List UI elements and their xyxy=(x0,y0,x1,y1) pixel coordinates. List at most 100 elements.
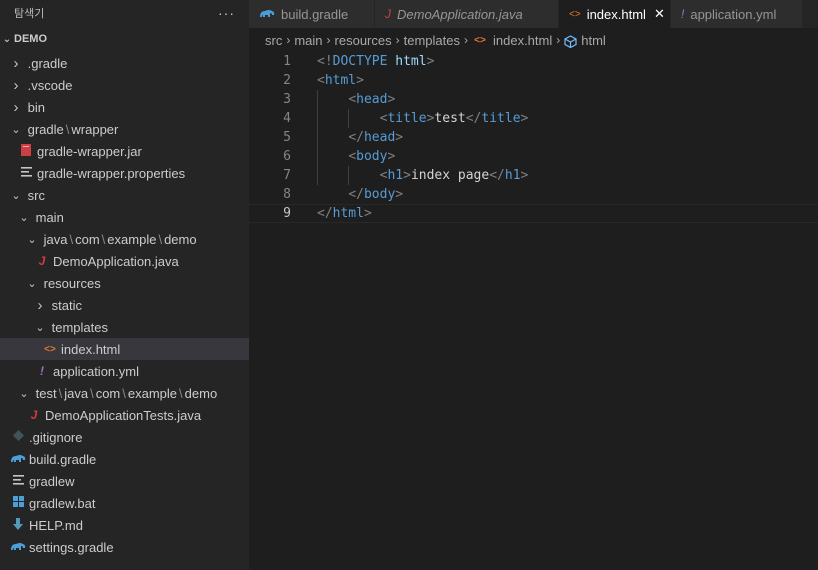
tree-item-templates-folder[interactable]: ⌄ templates xyxy=(0,316,249,338)
tree-item-label: templates xyxy=(51,319,108,335)
code-token: < xyxy=(317,73,325,88)
code-token: head xyxy=(356,92,388,107)
code-line: 7 <h1>index page</h1> xyxy=(249,166,818,185)
tree-item-help-md-file[interactable]: HELP.md xyxy=(0,514,249,536)
path-segment: demo xyxy=(164,231,197,247)
code-token: </ xyxy=(465,111,482,126)
line-number: 3 xyxy=(283,92,291,107)
code-token: DOCTYPE xyxy=(332,54,388,69)
tree-item-test-package-folder[interactable]: ⌄ test \ java \ com \ example \ demo xyxy=(0,382,249,404)
tree-item-build-gradle-file[interactable]: build.gradle xyxy=(0,448,249,470)
ellipsis-icon[interactable]: ··· xyxy=(218,5,235,21)
breadcrumb-item[interactable]: resources xyxy=(335,33,392,48)
chevron-right-icon: › xyxy=(326,33,331,47)
path-separator: \ xyxy=(179,385,183,401)
line-code: <body> xyxy=(317,149,395,164)
tree-item-java-package-folder[interactable]: ⌄ java \ com \ example \ demo xyxy=(0,228,249,250)
breadcrumb-item[interactable]: index.html xyxy=(493,33,552,48)
chevron-down-icon: ⌄ xyxy=(35,321,45,334)
tree-item-gradle-wrapper-properties[interactable]: gradle-wrapper.properties xyxy=(0,162,249,184)
tree-item-bin-folder[interactable]: › bin xyxy=(0,96,249,118)
explorer-title: 탐색기 xyxy=(14,8,45,20)
code-editor[interactable]: 1 <!DOCTYPE html> 2 <html> 3 <head> 4 <title>… xyxy=(249,52,818,570)
tree-item-index-html[interactable]: <> index.html xyxy=(0,338,249,360)
tab-index-html[interactable]: <> index.html ✕ xyxy=(559,0,671,28)
tree-item-demo-application-java[interactable]: J DemoApplication.java xyxy=(0,250,249,272)
tree-item-label: gradle-wrapper.properties xyxy=(37,165,186,181)
code-line: 5 </head> xyxy=(249,128,818,147)
tree-item-gradle-wrapper-jar[interactable]: gradle-wrapper.jar xyxy=(0,140,249,162)
tree-item-static-folder[interactable]: › static xyxy=(0,294,249,316)
path-separator: \ xyxy=(69,231,74,247)
indent-guide xyxy=(348,166,349,185)
editor-tabs: build.gradle J DemoApplication.java <> index… xyxy=(249,0,818,28)
close-icon[interactable]: ✕ xyxy=(654,6,665,22)
workspace-section-header[interactable]: ⌄ DEMO xyxy=(0,26,249,52)
tree-item-label: .gitignore xyxy=(29,429,83,445)
tree-item-gitignore-file[interactable]: .gitignore xyxy=(0,426,249,448)
tree-item-gradle-wrapper-folder[interactable]: ⌄ gradle \ wrapper xyxy=(0,118,249,140)
chevron-right-icon: › xyxy=(13,98,19,116)
line-number: 8 xyxy=(283,187,291,202)
tree-item-label: index.html xyxy=(61,341,121,357)
tree-item-gradlew-bat-file[interactable]: gradlew.bat xyxy=(0,492,249,514)
tree-item-label: HELP.md xyxy=(29,517,83,533)
code-line: 6 <body> xyxy=(249,147,818,166)
tree-item-resources-folder[interactable]: ⌄ resources xyxy=(0,272,249,294)
line-code: </head> xyxy=(317,130,403,145)
chevron-down-icon: ⌄ xyxy=(11,123,21,136)
tab-demoapplication-java[interactable]: J DemoApplication.java xyxy=(375,0,559,28)
code-token: < xyxy=(348,92,357,107)
html-icon: <> xyxy=(474,34,486,46)
tree-item-settings-gradle-file[interactable]: settings.gradle xyxy=(0,536,249,558)
tab-application-yml[interactable]: ! application.yml xyxy=(671,0,803,28)
tree-item-gradlew-file[interactable]: gradlew xyxy=(0,470,249,492)
tree-item-application-yml[interactable]: ! application.yml xyxy=(0,360,249,382)
yaml-icon: ! xyxy=(681,7,685,21)
chevron-down-icon: ⌄ xyxy=(2,33,12,45)
tree-item-label: gradle \ wrapper xyxy=(28,122,119,137)
tree-item-main-folder[interactable]: ⌄ main xyxy=(0,206,249,228)
indent-guide xyxy=(317,90,318,185)
code-token: html xyxy=(324,73,357,88)
indent-guide xyxy=(348,109,349,128)
breadcrumb-item[interactable]: main xyxy=(294,33,322,48)
code-token: > xyxy=(395,187,404,202)
code-token: body xyxy=(356,149,388,164)
jar-icon xyxy=(18,143,34,159)
tree-item-label: .vscode xyxy=(27,77,73,93)
path-separator: \ xyxy=(158,231,163,247)
tree-item-vscode-folder[interactable]: › .vscode xyxy=(0,74,249,96)
java-icon: J xyxy=(385,7,391,21)
line-code: </body> xyxy=(317,187,403,202)
chevron-down-icon: ⌄ xyxy=(19,387,29,400)
path-segment: com xyxy=(95,385,121,401)
html-icon: <> xyxy=(569,8,581,20)
breadcrumb-item[interactable]: templates xyxy=(404,33,460,48)
line-number: 4 xyxy=(283,111,291,126)
path-segment: demo xyxy=(184,385,218,401)
path-segment: gradle xyxy=(27,121,64,137)
tree-item-demo-application-tests-java[interactable]: J DemoApplicationTests.java xyxy=(0,404,249,426)
tree-item-src-folder[interactable]: ⌄ src xyxy=(0,184,249,206)
line-code: <head> xyxy=(317,92,395,107)
line-number: 9 xyxy=(283,206,291,221)
path-segment: com xyxy=(75,231,100,247)
breadcrumb-item[interactable]: src xyxy=(265,33,282,48)
tree-item-label: src xyxy=(27,187,45,203)
code-line: 2 <html> xyxy=(249,71,818,90)
breadcrumb-item[interactable]: html xyxy=(581,33,606,48)
tree-item-gradle-folder[interactable]: › .gradle xyxy=(0,52,249,74)
code-line: 8 </body> xyxy=(249,185,818,204)
path-separator: \ xyxy=(90,385,94,401)
tab-build-gradle[interactable]: build.gradle xyxy=(249,0,375,28)
workspace-name: DEMO xyxy=(14,33,47,45)
chevron-right-icon: › xyxy=(13,76,19,94)
tree-item-label: resources xyxy=(43,275,101,291)
line-number: 2 xyxy=(283,73,291,88)
lines-icon xyxy=(18,166,34,180)
chevron-right-icon: › xyxy=(395,33,400,47)
